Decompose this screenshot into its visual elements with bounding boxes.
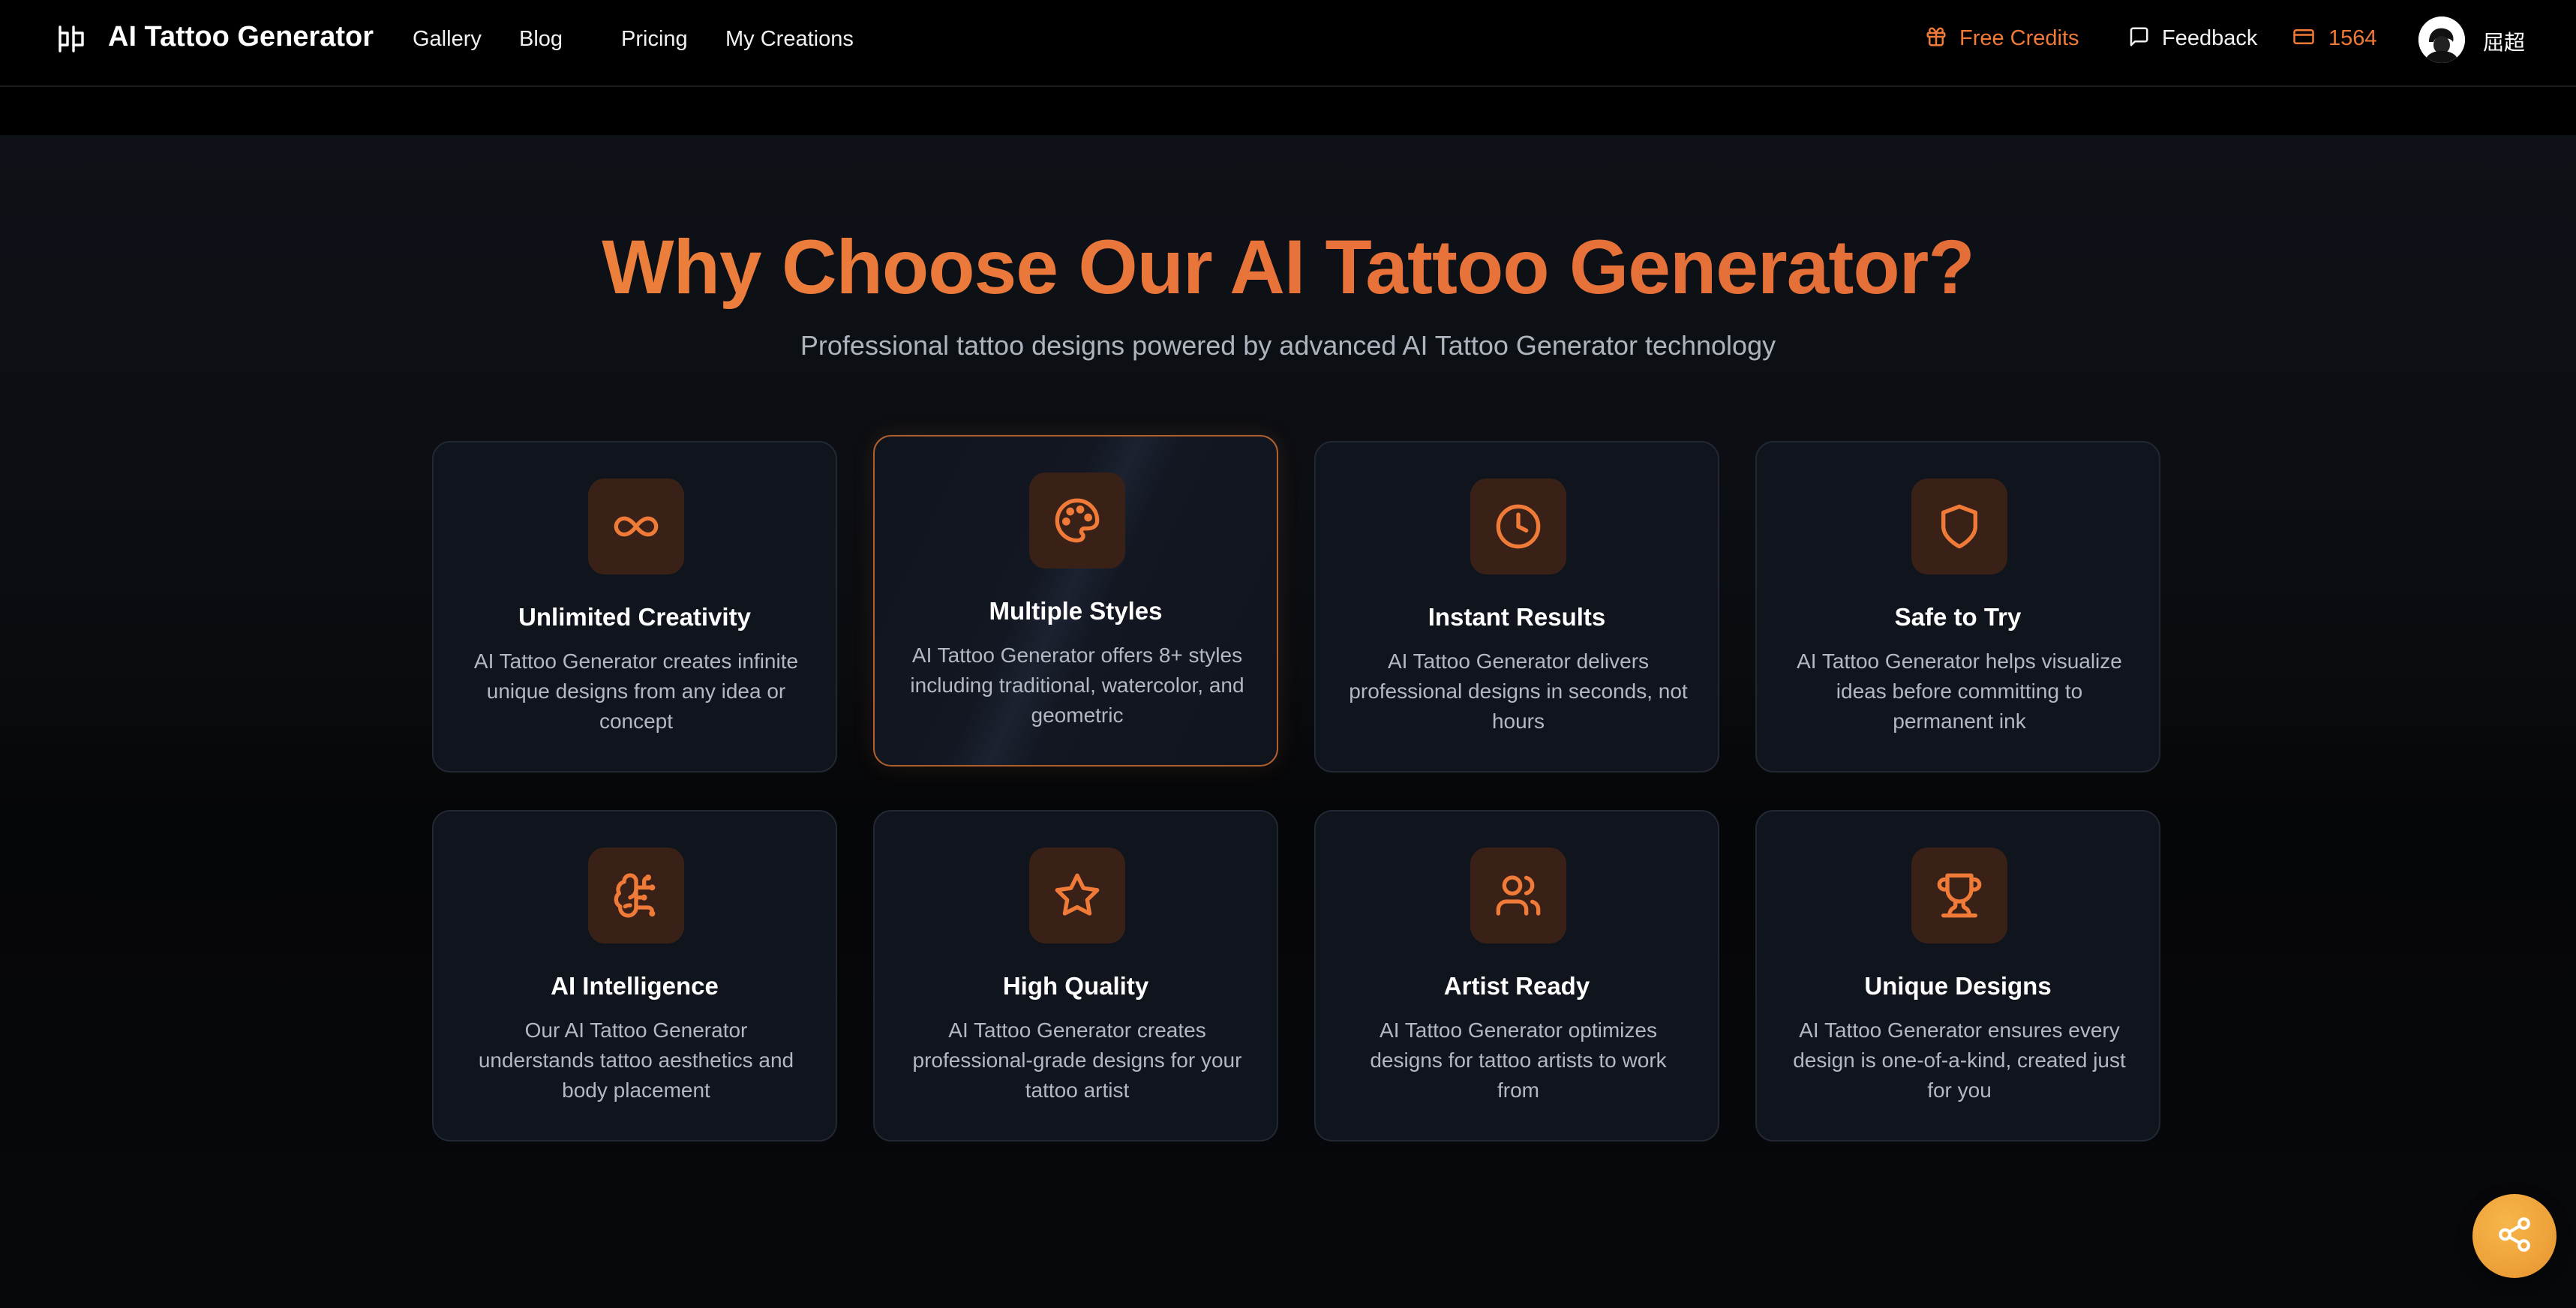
feature-description: AI Tattoo Generator ensures every design… (1793, 1018, 2126, 1102)
trophy-icon (1911, 848, 2007, 944)
clock-icon (1470, 478, 1566, 574)
free-credits-button[interactable]: Free Credits (1925, 26, 2079, 52)
feature-card-instant-results[interactable]: Instant Results AI Tattoo Generator deli… (1314, 441, 1719, 772)
feature-card-unique-designs[interactable]: Unique Designs AI Tattoo Generator ensur… (1755, 810, 2160, 1142)
free-credits-label: Free Credits (1959, 26, 2079, 50)
users-icon (1470, 848, 1566, 944)
feature-description: AI Tattoo Generator helps visualize idea… (1797, 650, 2122, 733)
feature-description: AI Tattoo Generator optimizes designs fo… (1370, 1018, 1667, 1102)
feature-description: AI Tattoo Generator offers 8+ styles inc… (910, 644, 1244, 727)
feature-card-high-quality[interactable]: High Quality AI Tattoo Generator creates… (873, 810, 1278, 1142)
nav-my-creations[interactable]: My Creations (725, 27, 854, 52)
feature-description: Our AI Tattoo Generator understands tatt… (478, 1018, 794, 1102)
nav-pricing[interactable]: Pricing (621, 27, 688, 52)
feature-title: Multiple Styles (989, 597, 1163, 625)
feature-title: AI Intelligence (551, 972, 719, 1000)
credits-count: 1564 (2328, 26, 2377, 50)
share-button[interactable] (2472, 1194, 2556, 1278)
feature-card-multiple-styles[interactable]: Multiple Styles AI Tattoo Generator offe… (873, 435, 1278, 766)
feature-title: High Quality (1002, 972, 1149, 1000)
top-navbar: AI Tattoo Generator Gallery Blog Pricing… (0, 0, 2576, 87)
credits-balance[interactable]: 1564 (2292, 26, 2377, 52)
infinity-icon (588, 478, 684, 574)
feedback-button[interactable]: Feedback (2127, 26, 2257, 52)
gift-icon (1925, 26, 1947, 52)
logo-icon[interactable] (57, 22, 87, 56)
feature-description: AI Tattoo Generator creates professional… (912, 1018, 1242, 1102)
brand-name[interactable]: AI Tattoo Generator (108, 21, 374, 53)
section-subtitle: Professional tattoo designs powered by a… (800, 330, 1776, 361)
palette-icon (1029, 472, 1125, 568)
feature-description: AI Tattoo Generator creates infinite uni… (473, 650, 799, 733)
avatar[interactable] (2418, 16, 2465, 63)
feature-title: Instant Results (1428, 603, 1606, 631)
features-section: Why Choose Our AI Tattoo Generator? Prof… (0, 135, 2576, 1308)
feature-card-unlimited-creativity[interactable]: Unlimited Creativity AI Tattoo Generator… (432, 441, 837, 772)
feature-title: Safe to Try (1894, 603, 2022, 631)
feature-card-safe-to-try[interactable]: Safe to Try AI Tattoo Generator helps vi… (1755, 441, 2160, 772)
shield-icon (1911, 478, 2007, 574)
feature-card-ai-intelligence[interactable]: AI Intelligence Our AI Tattoo Generator … (432, 810, 837, 1142)
message-icon (2127, 26, 2150, 52)
nav-gallery[interactable]: Gallery (413, 27, 482, 52)
credit-card-icon (2292, 26, 2315, 52)
feedback-label: Feedback (2162, 26, 2258, 50)
feature-description: AI Tattoo Generator delivers professiona… (1349, 650, 1688, 733)
feature-title: Unlimited Creativity (518, 603, 751, 631)
nav-blog[interactable]: Blog (519, 27, 563, 52)
feature-title: Artist Ready (1443, 972, 1590, 1000)
star-icon (1029, 848, 1125, 944)
share-icon (2496, 1216, 2533, 1257)
feature-title: Unique Designs (1864, 972, 2052, 1000)
username[interactable]: 屈超 (2483, 26, 2525, 56)
feature-card-artist-ready[interactable]: Artist Ready AI Tattoo Generator optimiz… (1314, 810, 1719, 1142)
section-title: Why Choose Our AI Tattoo Generator? (0, 224, 2576, 311)
brain-icon (588, 848, 684, 944)
